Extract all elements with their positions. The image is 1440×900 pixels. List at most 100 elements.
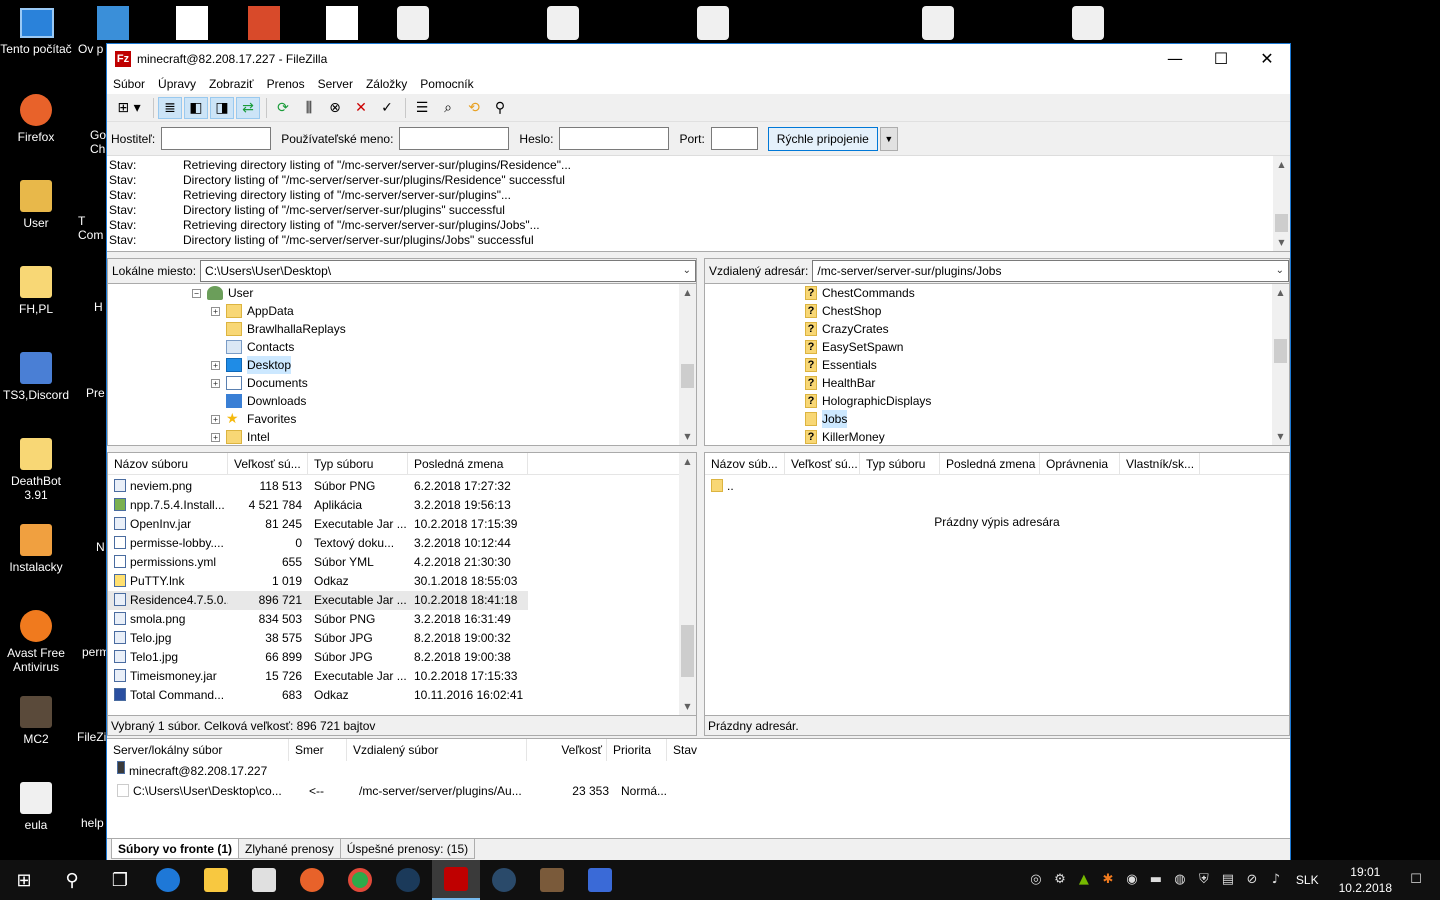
file-row[interactable]: smola.png 834 503 Súbor PNG 3.2.2018 16:31:… (108, 610, 696, 629)
language-indicator[interactable]: SLK (1296, 873, 1319, 887)
tab-queued-files[interactable]: Súbory vo fronte (1) (111, 839, 240, 859)
close-button[interactable]: ✕ (1244, 44, 1290, 74)
firefox-icon[interactable] (288, 860, 336, 900)
tree-item[interactable]: Contacts (226, 338, 294, 356)
minimize-button[interactable]: — (1152, 44, 1198, 74)
expand-icon[interactable]: + (211, 378, 220, 388)
desktop-top-icon[interactable] (176, 6, 208, 40)
tree-item[interactable]: + AppData (211, 302, 294, 320)
headset-icon[interactable]: ◎ (1028, 872, 1044, 888)
quickconnect-button[interactable]: Rýchle pripojenie (767, 126, 878, 151)
menu-zalozky[interactable]: Záložky (366, 77, 407, 91)
toggle-remote-tree-icon[interactable]: ◨ (210, 96, 234, 119)
tree-item[interactable]: ? HolographicDisplays (805, 392, 931, 410)
notification-icon[interactable]: ☐ (1408, 872, 1424, 888)
expand-icon[interactable]: + (211, 414, 220, 424)
queue-server-row[interactable]: minecraft@82.208.17.227 (107, 761, 1290, 781)
desktop-top-icon[interactable] (922, 6, 954, 40)
chevron-down-icon[interactable]: ⌄ (1276, 261, 1284, 281)
scroll-down-icon[interactable]: ▼ (679, 428, 696, 445)
desktop-icon[interactable]: TS3,Discord (0, 352, 72, 402)
volume-icon[interactable]: ♪ (1268, 872, 1284, 888)
shield-icon[interactable]: ⛨ (1196, 872, 1212, 888)
app-tray-icon[interactable]: ◉ (1124, 872, 1140, 888)
remote-tree-scrollbar[interactable]: ▲ ▼ (1272, 284, 1289, 445)
column-modified[interactable]: Posledná zmena (940, 453, 1040, 475)
file-row[interactable]: Telo.jpg 38 575 Súbor JPG 8.2.2018 19:00:32 (108, 629, 696, 648)
menu-upravy[interactable]: Úpravy (158, 77, 196, 91)
column-modified[interactable]: Posledná zmena (408, 453, 528, 475)
tree-item[interactable]: + ★ Favorites (211, 410, 296, 428)
file-row[interactable]: PuTTY.lnk 1 019 Odkaz 30.1.2018 18:55:03 (108, 572, 696, 591)
log-scrollbar[interactable]: ▲ ▼ (1273, 156, 1290, 251)
quickconnect-dropdown-icon[interactable]: ▼ (879, 126, 898, 151)
tree-item[interactable]: ? EasySetSpawn (805, 338, 903, 356)
tab-successful-transfers[interactable]: Úspešné prenosy: (15) (339, 839, 476, 859)
column-name[interactable]: Názov súboru (108, 453, 228, 475)
toggle-queue-icon[interactable]: ⇄ (236, 96, 260, 119)
toggle-local-tree-icon[interactable]: ◧ (184, 96, 208, 119)
scroll-up-icon[interactable]: ▲ (1273, 156, 1290, 173)
expand-icon[interactable]: + (211, 360, 220, 370)
task-view-icon[interactable]: ❐ (96, 860, 144, 900)
username-input[interactable] (399, 127, 510, 150)
tree-item[interactable]: BrawlhallaReplays (226, 320, 346, 338)
sync-browse-icon[interactable]: ⟲ (462, 97, 486, 119)
tree-item[interactable]: ? KillerMoney (805, 428, 885, 445)
network-app-icon[interactable] (576, 860, 624, 900)
title-bar[interactable]: Fz minecraft@82.208.17.227 - FileZilla —… (107, 44, 1290, 74)
file-explorer-icon[interactable] (192, 860, 240, 900)
expand-icon[interactable]: + (211, 432, 220, 442)
steam-tray-icon[interactable]: ◍ (1172, 872, 1188, 888)
minecraft-icon[interactable] (528, 860, 576, 900)
teamspeak-icon[interactable] (480, 860, 528, 900)
minus-icon[interactable]: ▬ (1148, 872, 1164, 888)
expand-icon[interactable]: + (211, 306, 220, 316)
desktop-icon[interactable]: DeathBot 3.91 (0, 438, 72, 502)
nvidia-icon[interactable]: ▲ (1076, 872, 1092, 888)
tree-item[interactable]: ? CrazyCrates (805, 320, 889, 338)
edge-icon[interactable] (144, 860, 192, 900)
cancel-icon[interactable]: ⊗ (323, 97, 347, 119)
parent-dir-row[interactable]: .. (705, 477, 1289, 496)
desktop-top-icon[interactable] (547, 6, 579, 40)
desktop-icon[interactable]: Tento počítač (0, 42, 72, 56)
desktop-icon[interactable]: Avast Free Antivirus (0, 610, 72, 674)
desktop-top-icon[interactable] (326, 6, 358, 40)
host-input[interactable] (161, 127, 272, 150)
menu-subor[interactable]: Súbor (113, 77, 145, 91)
desktop-top-icon[interactable] (697, 6, 729, 40)
toggle-log-icon[interactable]: ≣ (158, 96, 182, 119)
chrome-icon[interactable] (336, 860, 384, 900)
site-manager-icon[interactable]: ⊞ ▾ (111, 97, 147, 119)
desktop-icon[interactable]: User (0, 180, 72, 230)
store-icon[interactable] (240, 860, 288, 900)
desktop-icon[interactable]: FH,PL (0, 266, 72, 316)
desktop-icon[interactable]: Firefox (0, 94, 72, 144)
menu-prenos[interactable]: Prenos (267, 77, 305, 91)
maximize-button[interactable]: ☐ (1198, 44, 1244, 74)
scroll-up-icon[interactable]: ▲ (679, 284, 696, 301)
file-row[interactable]: permisse-lobby.... 0 Textový doku... 3.2.20… (108, 534, 696, 553)
remote-path-combo[interactable]: /mc-server/server-sur/plugins/Jobs ⌄ (812, 260, 1289, 282)
desktop-icon[interactable]: Instalacky (0, 524, 72, 574)
column-type[interactable]: Typ súboru (308, 453, 408, 475)
tree-item[interactable]: ? Essentials (805, 356, 877, 374)
scroll-thumb[interactable] (1274, 339, 1287, 363)
queue-item-row[interactable]: C:\Users\User\Desktop\co... <-- /mc-serv… (107, 781, 1290, 801)
scroll-thumb[interactable] (1275, 214, 1288, 232)
scroll-down-icon[interactable]: ▼ (1272, 428, 1289, 445)
menu-server[interactable]: Server (318, 77, 353, 91)
queue-column-remote[interactable]: Vzdialený súbor (347, 739, 527, 761)
tab-failed-transfers[interactable]: Zlyhané prenosy (238, 839, 341, 859)
local-list-scrollbar[interactable]: ▲ ▼ (679, 453, 696, 715)
file-row[interactable]: Total Command... 683 Odkaz 10.11.2016 16:02… (108, 686, 696, 705)
tree-item[interactable]: + Documents (211, 374, 308, 392)
scroll-thumb[interactable] (681, 364, 694, 388)
password-input[interactable] (559, 127, 670, 150)
filter-icon[interactable]: ☰ (410, 97, 434, 119)
queue-column-status[interactable]: Stav (667, 739, 727, 761)
file-row[interactable]: Timeismoney.jar 15 726 Executable Jar ... 1… (108, 667, 696, 686)
file-row[interactable]: npp.7.5.4.Install... 4 521 784 Aplikácia 3.… (108, 496, 696, 515)
scroll-down-icon[interactable]: ▼ (679, 698, 696, 715)
